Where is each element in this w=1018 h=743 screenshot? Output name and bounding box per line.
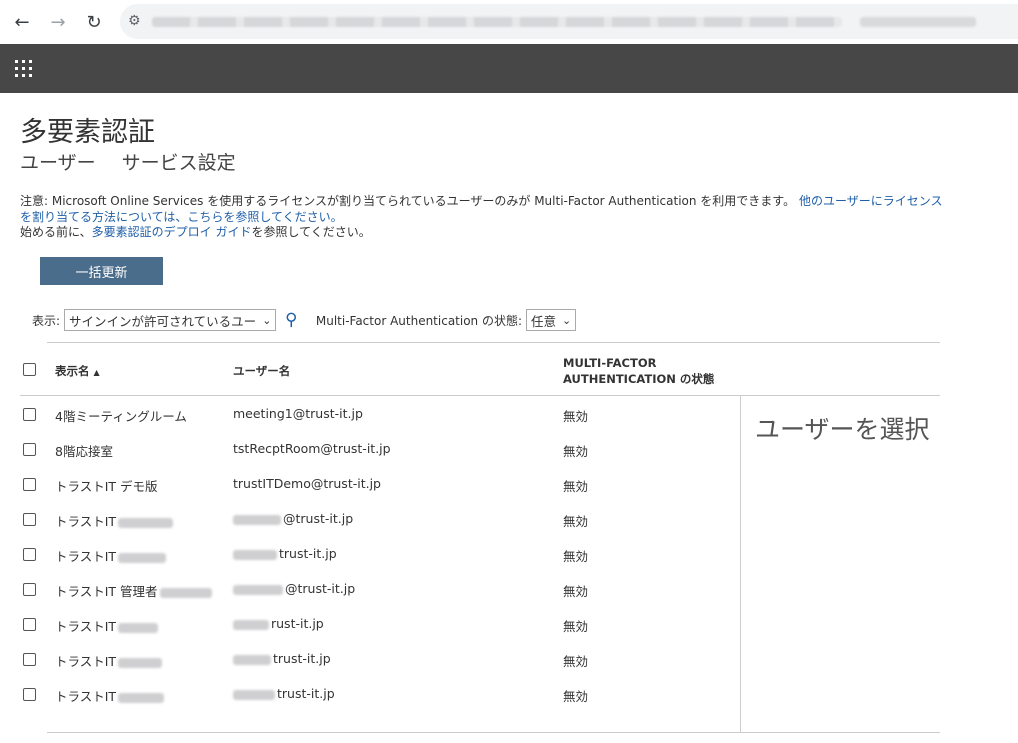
user-name-cell[interactable]: trust-it.jp (233, 546, 337, 561)
bulk-update-button[interactable]: 一括更新 (40, 257, 163, 285)
app-header (0, 44, 1018, 93)
user-name-cell[interactable]: trust-it.jp (233, 651, 331, 666)
redacted-text (233, 654, 271, 665)
site-info-icon[interactable]: ⚙ (128, 13, 141, 29)
mfa-status-cell: 無効 (563, 444, 589, 459)
display-name-cell[interactable]: トラストIT (55, 511, 175, 530)
tab-service-settings[interactable]: サービス設定 (122, 152, 236, 174)
chevron-down-icon: ⌄ (262, 313, 272, 327)
redacted-text (118, 657, 163, 668)
redacted-text (233, 584, 283, 595)
user-name-cell[interactable]: trustITDemo@trust-it.jp (233, 476, 381, 491)
redacted-text (118, 552, 167, 563)
header-divider (20, 395, 940, 396)
mfa-status-cell: 無効 (563, 654, 589, 669)
mfa-status-cell: 無効 (563, 689, 589, 704)
display-name-cell[interactable]: トラストIT (55, 651, 164, 670)
divider (47, 342, 940, 343)
redacted-text (233, 549, 277, 560)
panel-divider (740, 396, 741, 732)
column-header-display-name[interactable]: 表示名 ▲ (55, 363, 100, 379)
display-name-cell[interactable]: トラストIT デモ版 (55, 476, 158, 495)
display-name-cell[interactable]: 4階ミーティングルーム (55, 406, 187, 425)
mfa-state-value: 任意 (531, 313, 557, 329)
column-header-mfa-status[interactable]: MULTI-FACTOR AUTHENTICATION の状態 (563, 355, 714, 387)
redacted-text (233, 514, 281, 525)
notice-text-3: を参照してください。 (251, 225, 371, 239)
display-name-cell[interactable]: トラストIT (55, 616, 160, 635)
mfa-status-cell: 無効 (563, 514, 589, 529)
user-name-cell[interactable]: @trust-it.jp (233, 581, 355, 596)
column-header-user-name[interactable]: ユーザー名 (233, 363, 290, 379)
forward-arrow-icon[interactable]: → (45, 9, 71, 35)
row-checkbox[interactable] (23, 618, 36, 631)
redacted-text (118, 692, 165, 703)
mfa-status-cell: 無効 (563, 409, 589, 424)
mfa-state-select[interactable]: 任意 ⌄ (526, 309, 577, 331)
url-redacted (152, 17, 842, 27)
mfa-status-cell: 無効 (563, 479, 589, 494)
display-name-cell[interactable]: トラストIT 管理者 (55, 581, 214, 600)
deploy-guide-link[interactable]: 多要素認証のデプロイ ガイド (92, 225, 252, 239)
back-arrow-icon[interactable]: ← (9, 9, 35, 35)
display-name-cell[interactable]: トラストIT (55, 546, 168, 565)
address-bar[interactable]: ⚙ (120, 4, 1018, 39)
page-title: 多要素認証 (20, 117, 155, 148)
row-checkbox[interactable] (23, 478, 36, 491)
mfa-status-cell: 無効 (563, 619, 589, 634)
select-all-checkbox[interactable] (23, 363, 36, 376)
row-checkbox[interactable] (23, 513, 36, 526)
search-icon[interactable]: ⚲ (285, 310, 297, 330)
row-checkbox[interactable] (23, 408, 36, 421)
row-checkbox[interactable] (23, 688, 36, 701)
user-name-cell[interactable]: meeting1@trust-it.jp (233, 406, 363, 421)
redacted-text (118, 517, 174, 528)
filter-bar: 表示: サインインが許可されているユー ⌄ ⚲ Multi-Factor Aut… (32, 309, 577, 331)
sort-ascending-icon: ▲ (93, 368, 100, 377)
view-select-value: サインインが許可されているユー (69, 313, 257, 329)
row-checkbox[interactable] (23, 443, 36, 456)
license-notice: 注意: Microsoft Online Services を使用するライセンス… (20, 194, 945, 241)
display-name-cell[interactable]: 8階応接室 (55, 441, 113, 460)
reload-icon[interactable]: ↻ (81, 9, 107, 35)
browser-toolbar: ← → ↻ ⚙ (0, 0, 1018, 44)
select-user-placeholder: ユーザーを選択 (755, 415, 930, 444)
view-label: 表示: (32, 313, 61, 328)
url-redacted-tail (860, 17, 976, 27)
bottom-divider (47, 732, 940, 733)
notice-text: 注意: Microsoft Online Services を使用するライセンス… (20, 194, 799, 208)
notice-text-2: 始める前に、 (20, 225, 92, 239)
tab-users[interactable]: ユーザー (20, 152, 96, 174)
redacted-text (233, 619, 269, 630)
mfa-status-cell: 無効 (563, 584, 589, 599)
user-name-cell[interactable]: trust-it.jp (233, 686, 335, 701)
redacted-text (159, 587, 212, 598)
view-select[interactable]: サインインが許可されているユー ⌄ (64, 309, 277, 331)
redacted-text (233, 689, 275, 700)
user-name-cell[interactable]: tstRecptRoom@trust-it.jp (233, 441, 391, 456)
mfa-state-label: Multi-Factor Authentication の状態: (315, 313, 523, 328)
redacted-text (118, 622, 159, 633)
user-name-cell[interactable]: @trust-it.jp (233, 511, 353, 526)
display-name-cell[interactable]: トラストIT (55, 686, 166, 705)
page-tabs: ユーザー サービス設定 (20, 148, 256, 175)
row-checkbox[interactable] (23, 583, 36, 596)
mfa-status-cell: 無効 (563, 549, 589, 564)
chevron-down-icon: ⌄ (562, 313, 572, 327)
row-checkbox[interactable] (23, 548, 36, 561)
row-checkbox[interactable] (23, 653, 36, 666)
user-name-cell[interactable]: rust-it.jp (233, 616, 324, 631)
app-launcher-icon[interactable] (15, 60, 32, 77)
